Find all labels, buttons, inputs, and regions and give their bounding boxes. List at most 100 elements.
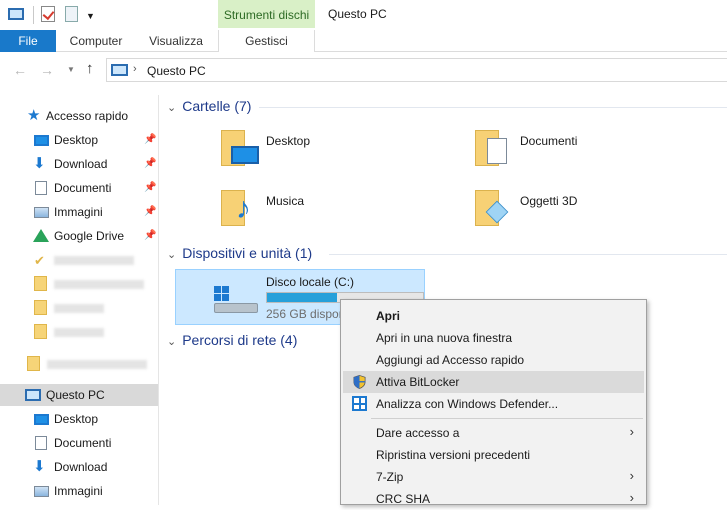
folder-3d-objects[interactable] [473, 188, 513, 228]
blurred-label [54, 256, 134, 265]
chevron-down-icon[interactable]: ⌄ [167, 101, 176, 114]
up-arrow-icon[interactable]: ↑ [86, 60, 94, 77]
back-arrow-icon[interactable]: ← [13, 62, 27, 78]
this-pc-icon [25, 389, 41, 401]
computer-icon [8, 8, 24, 20]
folder-label[interactable]: Oggetti 3D [520, 194, 577, 208]
group-header-network[interactable]: ⌄ Percorsi di rete (4) [167, 332, 297, 348]
menu-item-label: Apri in una nuova finestra [376, 331, 513, 345]
pin-icon[interactable]: 📌 [144, 182, 156, 193]
group-title: Percorsi di rete (4) [182, 332, 298, 348]
menu-item-label: Attiva BitLocker [376, 375, 460, 389]
tab-file[interactable]: File [0, 30, 56, 52]
sidebar-item-desktop[interactable]: Desktop [0, 408, 158, 430]
sidebar-item-label: Desktop [54, 412, 99, 426]
group-header-folders[interactable]: ⌄ Cartelle (7) [167, 98, 251, 114]
sidebar-item-label: Download [54, 157, 108, 171]
menu-item-bitlocker[interactable]: Attiva BitLocker [343, 371, 644, 393]
address-bar[interactable]: › Questo PC [106, 58, 727, 82]
blurred-label [47, 360, 147, 369]
folder-label[interactable]: Musica [266, 194, 304, 208]
sidebar-item-download[interactable]: ⬇ Download 📌 [0, 153, 158, 175]
menu-item-pin-quick-access[interactable]: Aggiungi ad Accesso rapido [343, 349, 644, 371]
chevron-down-icon[interactable]: ⌄ [167, 248, 176, 261]
title-bar: ▼ Strumenti dischi Questo PC [0, 0, 727, 30]
sidebar-item-label: Immagini [54, 205, 103, 219]
document-icon [487, 138, 507, 164]
breadcrumb-chevron-icon[interactable]: › [133, 63, 137, 75]
pictures-icon [34, 207, 49, 218]
menu-item-give-access[interactable]: Dare accesso a › [343, 422, 644, 444]
submenu-arrow-icon: › [629, 490, 634, 505]
breadcrumb-this-pc[interactable]: Questo PC [147, 64, 206, 78]
customize-toolbar-icon[interactable]: ▼ [86, 11, 95, 29]
properties-icon[interactable] [41, 6, 55, 22]
group-title: Cartelle (7) [182, 98, 252, 114]
blurred-label [54, 280, 144, 289]
ribbon-tabs: File Computer Visualizza Gestisci [0, 30, 727, 52]
sidebar-item-label: Download [54, 460, 108, 474]
desktop-icon [34, 414, 49, 425]
sidebar-item-label: Immagini [54, 484, 103, 498]
checkmark-folder-icon: ✔ [34, 253, 45, 268]
sidebar-item-label: Accesso rapido [46, 109, 129, 123]
group-header-devices[interactable]: ⌄ Dispositivi e unità (1) [167, 245, 312, 261]
tab-view[interactable]: Visualizza [138, 30, 214, 52]
submenu-arrow-icon: › [629, 468, 634, 483]
folder-label[interactable]: Desktop [266, 134, 310, 148]
pin-icon[interactable]: 📌 [144, 134, 156, 145]
folder-desktop[interactable] [219, 128, 259, 168]
blurred-label [54, 304, 104, 313]
star-icon: ★ [27, 107, 41, 124]
recent-locations-icon[interactable]: ▼ [67, 65, 75, 74]
music-note-icon: ♪ [236, 192, 251, 225]
group-divider [329, 254, 727, 255]
menu-item-7zip[interactable]: 7-Zip › [343, 466, 644, 488]
menu-item-label: CRC SHA [376, 492, 431, 506]
menu-item-label: Apri [376, 309, 400, 323]
sidebar-item-pictures[interactable]: Immagini [0, 480, 158, 502]
drive-name: Disco locale (C:) [266, 275, 355, 289]
pin-icon[interactable]: 📌 [144, 230, 156, 241]
sidebar-item-blurred[interactable] [0, 353, 158, 375]
menu-item-windows-defender[interactable]: Analizza con Windows Defender... [343, 393, 644, 415]
menu-item-open-new-window[interactable]: Apri in una nuova finestra [343, 327, 644, 349]
sidebar-item-google-drive[interactable]: Google Drive 📌 [0, 225, 158, 247]
sidebar-item-pictures[interactable]: Immagini 📌 [0, 201, 158, 223]
menu-item-open[interactable]: Apri [343, 305, 644, 327]
sidebar-item-documents[interactable]: Documenti [0, 432, 158, 454]
sidebar-item-blurred[interactable]: ✔ [0, 249, 158, 271]
window-title: Questo PC [328, 7, 387, 21]
menu-separator [371, 418, 643, 419]
windows-defender-icon [352, 396, 367, 411]
menu-item-label: Dare accesso a [376, 426, 460, 440]
pin-icon[interactable]: 📌 [144, 158, 156, 169]
sidebar-item-desktop[interactable]: Desktop 📌 [0, 129, 158, 151]
google-drive-icon [33, 229, 49, 242]
menu-item-crc-sha[interactable]: CRC SHA › [343, 488, 644, 510]
sidebar-item-blurred[interactable] [0, 273, 158, 295]
sidebar-item-documents[interactable]: Documenti 📌 [0, 177, 158, 199]
desktop-icon [34, 135, 49, 146]
chevron-down-icon[interactable]: ⌄ [167, 335, 176, 348]
sidebar-item-quick-access[interactable]: ★ Accesso rapido [0, 105, 158, 127]
sidebar-item-blurred[interactable] [0, 297, 158, 319]
folder-music[interactable]: ♪ [219, 188, 259, 228]
tab-manage[interactable]: Gestisci [218, 30, 315, 52]
navigation-pane: ★ Accesso rapido Desktop 📌 ⬇ Download 📌 … [0, 95, 158, 505]
folder-icon [34, 324, 47, 339]
download-icon: ⬇ [33, 155, 46, 172]
pin-icon[interactable]: 📌 [144, 206, 156, 217]
shield-icon [353, 375, 366, 389]
sidebar-item-download[interactable]: ⬇ Download [0, 456, 158, 478]
new-folder-icon[interactable] [65, 6, 78, 22]
forward-arrow-icon[interactable]: → [40, 62, 54, 78]
blurred-label [54, 328, 104, 337]
sidebar-item-blurred[interactable] [0, 321, 158, 343]
folder-documents[interactable] [473, 128, 513, 168]
menu-item-restore-versions[interactable]: Ripristina versioni precedenti [343, 444, 644, 466]
sidebar-item-this-pc[interactable]: Questo PC [0, 384, 158, 406]
tab-computer[interactable]: Computer [56, 30, 136, 52]
folder-label[interactable]: Documenti [520, 134, 577, 148]
drive-body [214, 303, 258, 313]
